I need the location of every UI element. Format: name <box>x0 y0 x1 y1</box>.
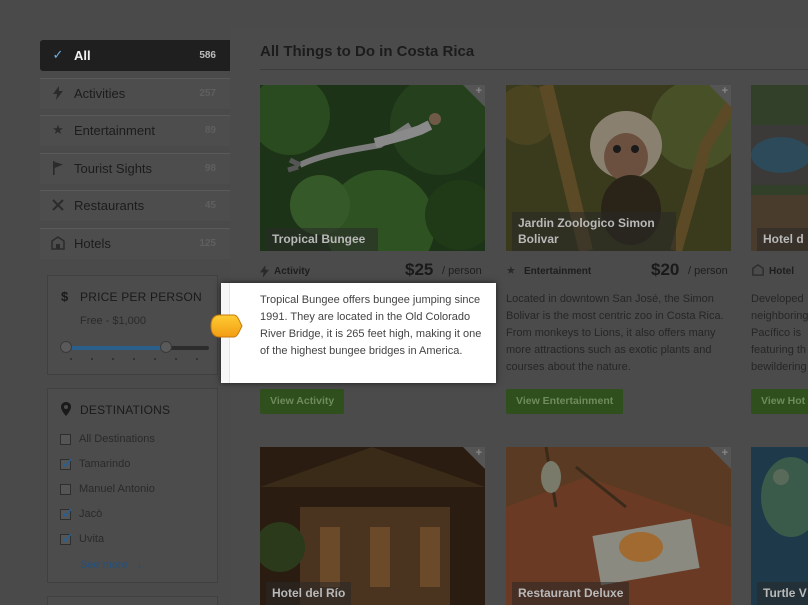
destination-label: Manuel Antonio <box>79 483 155 495</box>
destination-label: All Destinations <box>79 433 155 445</box>
description-line: Pacífico is <box>751 327 802 339</box>
price-slider-fill <box>64 346 166 350</box>
card-image-jardin-zoologico[interactable]: + Jardin Zoologico Simon Bolivar <box>506 85 731 251</box>
card-name: Turtle V <box>757 582 808 605</box>
divider <box>260 69 808 70</box>
building-icon <box>51 235 65 250</box>
price-heading: PRICE PER PERSON <box>80 290 202 304</box>
plus-icon[interactable]: + <box>476 85 482 97</box>
flag-icon <box>51 160 65 175</box>
destination-label: Tamarindo <box>79 458 131 470</box>
see-more-label: See more <box>80 559 128 571</box>
card-type: Hotel <box>769 266 794 277</box>
checkmark-icon: ✓ <box>62 530 74 546</box>
checkmark-icon: ✓ <box>62 455 74 471</box>
category-count: 586 <box>199 50 216 61</box>
card-image-turtle[interactable]: Turtle V <box>751 447 808 605</box>
building-icon <box>752 264 764 279</box>
card-image-hotel[interactable]: Hotel d <box>751 85 808 251</box>
price-slider-ticks <box>70 358 200 361</box>
category-hotels[interactable]: Hotels 125 <box>40 227 230 259</box>
card-price: $25 <box>405 260 434 279</box>
next-filter-panel <box>47 596 218 605</box>
view-activity-button[interactable]: View Activity <box>260 389 345 414</box>
check-icon: ✓ <box>52 47 64 62</box>
see-more-link[interactable]: See more ↓ <box>80 559 142 571</box>
plus-icon[interactable]: + <box>722 85 728 97</box>
arrow-down-icon: ↓ <box>136 559 143 571</box>
category-tourist-sights[interactable]: Tourist Sights 98 <box>40 152 230 184</box>
card-image-tropical-bungee[interactable]: + Tropical Bungee <box>260 85 485 251</box>
card-image-hotel-del-rio[interactable]: + Hotel del Río <box>260 447 485 605</box>
description-line: neighboring <box>751 310 808 322</box>
card-name: Hotel d <box>757 228 808 251</box>
category-label: Restaurants <box>74 198 145 213</box>
price-slider-min-handle[interactable] <box>60 341 72 353</box>
card-description: Developed neighboring Pacífico is featur… <box>751 291 808 376</box>
category-activities[interactable]: Activities 257 <box>40 77 230 109</box>
destination-label: Jacò <box>79 508 103 520</box>
category-count: 45 <box>204 200 216 211</box>
description-line: Developed <box>751 293 804 305</box>
page-title: All Things to Do in Costa Rica <box>260 43 475 60</box>
category-all[interactable]: ✓ All 586 <box>40 40 238 71</box>
description-line: bewildering <box>751 361 807 373</box>
category-label: Tourist Sights <box>74 160 153 176</box>
card-price-unit: / person <box>688 265 728 277</box>
price-slider[interactable] <box>60 341 209 353</box>
checkmark-icon: ✓ <box>62 505 74 521</box>
destination-label: Uvita <box>79 533 105 545</box>
card-description: Tropical Bungee offers bungee jumping si… <box>260 294 482 357</box>
plus-icon[interactable]: + <box>722 447 728 459</box>
card-name: Restaurant Deluxe <box>512 582 630 605</box>
price-filter-panel: $ PRICE PER PERSON Free - $1,000 <box>47 275 218 375</box>
utensils-icon <box>51 198 65 212</box>
card-name: Hotel del Río <box>266 582 352 605</box>
category-entertainment[interactable]: ★ Entertainment 89 <box>40 115 230 146</box>
card-price: $20 <box>651 260 680 279</box>
category-count: 89 <box>204 125 216 136</box>
category-restaurants[interactable]: Restaurants 45 <box>40 190 230 221</box>
card-name: Jardin Zoologico Simon Bolivar <box>512 212 676 251</box>
category-label: All <box>74 48 91 63</box>
destinations-heading: DESTINATIONS <box>80 403 171 417</box>
checkbox[interactable] <box>60 484 71 495</box>
card-name: Tropical Bungee <box>266 228 378 251</box>
description-line: featuring th <box>751 344 807 356</box>
category-label: Entertainment <box>74 123 155 138</box>
highlighted-description-card: Tropical Bungee offers bungee jumping si… <box>221 283 496 383</box>
dollar-icon: $ <box>61 289 69 304</box>
checkbox-checked[interactable]: ✓ <box>60 505 74 521</box>
category-label: Activities <box>74 85 126 101</box>
bolt-icon <box>260 265 269 281</box>
card-type: Activity <box>274 266 311 277</box>
category-count: 125 <box>199 237 216 249</box>
pointer-arrow-icon <box>210 314 243 338</box>
checkbox-checked[interactable]: ✓ <box>60 455 74 471</box>
destinations-panel: DESTINATIONS All Destinations ✓ Tamarind… <box>47 388 218 583</box>
checkbox-checked[interactable]: ✓ <box>60 530 74 546</box>
bolt-icon <box>51 85 65 100</box>
card-type: Entertainment <box>524 266 592 277</box>
view-hotel-button[interactable]: View Hot <box>751 389 808 414</box>
card-description: Located in downtown San José, the Simon … <box>506 293 724 373</box>
category-label: Hotels <box>74 235 111 251</box>
category-count: 257 <box>199 87 216 99</box>
price-slider-max-handle[interactable] <box>159 341 172 353</box>
star-icon: ★ <box>52 122 64 137</box>
map-pin-icon <box>61 402 71 419</box>
card-price-unit: / person <box>442 265 482 277</box>
star-icon: ★ <box>506 265 516 277</box>
card-image-restaurant-deluxe[interactable]: + Restaurant Deluxe <box>506 447 731 605</box>
page: ✓ All 586 Activities 257 ★ Entertainment… <box>0 0 808 605</box>
checkbox[interactable] <box>60 434 71 445</box>
category-count: 98 <box>204 162 216 174</box>
view-entertainment-button[interactable]: View Entertainment <box>506 389 624 414</box>
category-nav: ✓ All 586 Activities 257 ★ Entertainment… <box>40 40 238 265</box>
price-range-text: Free - $1,000 <box>80 315 147 327</box>
plus-icon[interactable]: + <box>476 447 482 459</box>
